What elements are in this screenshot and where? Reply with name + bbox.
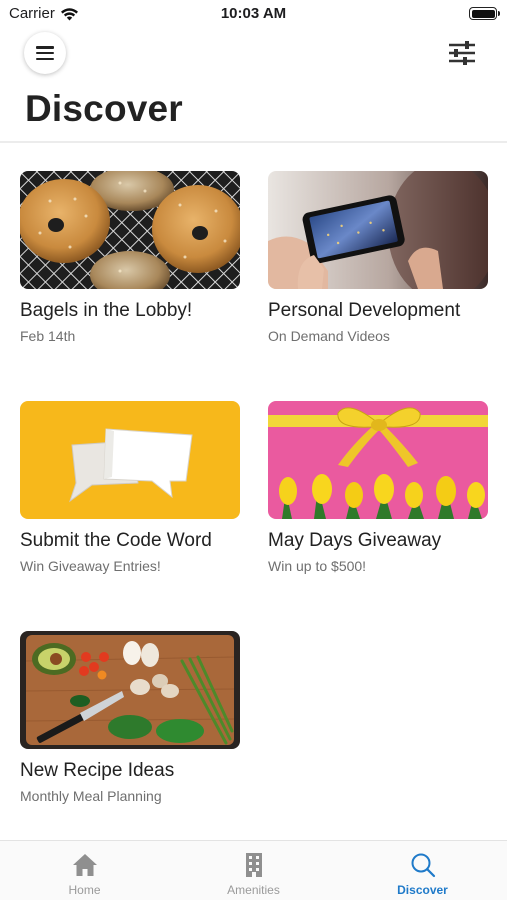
hamburger-menu-icon: [36, 46, 54, 60]
tab-discover[interactable]: Discover: [338, 841, 507, 900]
tab-label: Discover: [397, 883, 448, 897]
tab-label: Home: [68, 883, 101, 897]
discover-card-bagels[interactable]: Bagels in the Lobby! Feb 14th: [20, 171, 240, 344]
card-subtitle: Win Giveaway Entries!: [20, 558, 161, 574]
bottom-tab-bar: Home Amenities Discover: [0, 840, 507, 900]
card-subtitle: Feb 14th: [20, 328, 76, 344]
status-time: 10:03 AM: [220, 5, 287, 22]
card-subtitle: Win up to $500!: [268, 558, 367, 574]
gift-ribbon-tulips-photo: [268, 401, 488, 519]
card-title: Bagels in the Lobby!: [20, 300, 193, 321]
tab-home[interactable]: Home: [0, 841, 169, 900]
home-icon: [72, 854, 97, 876]
battery-icon: [469, 7, 500, 20]
search-icon: [411, 853, 435, 878]
vegetables-cutting-board-photo: [20, 631, 240, 749]
building-icon: [245, 853, 262, 877]
card-subtitle: Monthly Meal Planning: [20, 788, 162, 804]
speech-bubbles-photo: [20, 401, 240, 519]
header-divider: [0, 141, 507, 143]
discover-card-personal-development[interactable]: Personal Development On Demand Videos: [268, 171, 488, 344]
page-title: Discover: [25, 88, 183, 129]
discover-card-recipe-ideas[interactable]: New Recipe Ideas Monthly Meal Planning: [20, 631, 240, 804]
card-title: Submit the Code Word: [20, 530, 212, 551]
sliders-filter-icon[interactable]: [446, 38, 478, 68]
discover-card-code-word[interactable]: Submit the Code Word Win Giveaway Entrie…: [20, 401, 240, 574]
status-bar: Carrier 10:03 AM: [0, 0, 507, 30]
card-subtitle: On Demand Videos: [268, 328, 390, 344]
tab-amenities[interactable]: Amenities: [169, 841, 338, 900]
bagels-photo: [20, 171, 240, 289]
card-title: Personal Development: [268, 300, 461, 321]
card-title: New Recipe Ideas: [20, 760, 175, 781]
phone-video-photo: [268, 171, 488, 289]
tab-label: Amenities: [227, 883, 280, 897]
hamburger-menu-button[interactable]: [24, 32, 66, 74]
card-title: May Days Giveaway: [268, 530, 442, 551]
discover-card-may-days-giveaway[interactable]: May Days Giveaway Win up to $500!: [268, 401, 488, 574]
